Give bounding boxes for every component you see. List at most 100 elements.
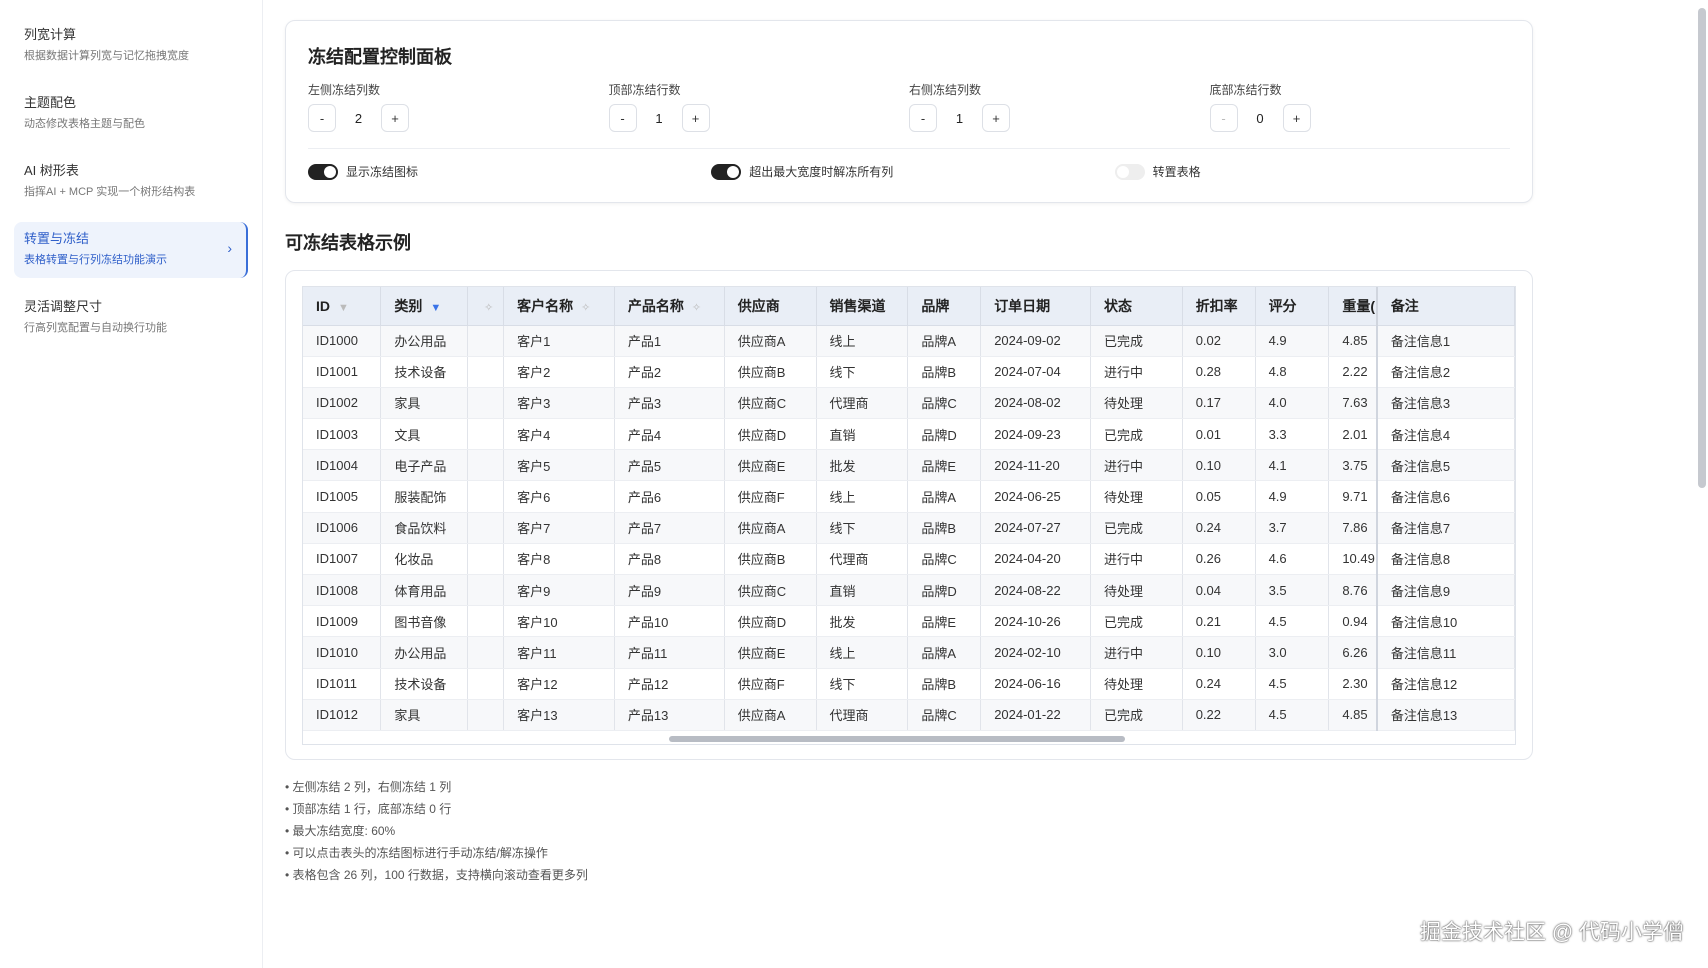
sidebar-item[interactable]: 灵活调整尺寸 行高列宽配置与自动换行功能 [14,290,248,346]
table-cell: 4.0 [1255,387,1330,420]
column-header[interactable]: 销售渠道 [816,287,909,326]
toggle-label: 转置表格 [1152,165,1201,179]
column-title: 品牌 [921,297,950,314]
table-cell: 备注信息10 [1375,605,1515,638]
decrement-button[interactable]: - [1209,104,1238,132]
table-cell: 直销 [816,418,909,451]
table-cell: 供应商E [724,636,817,669]
sidebar-item[interactable]: 主题配色 动态修改表格主题与配色 [14,86,248,142]
table-row[interactable]: ID1011 技术设备 客户12 产品12 供应商F 线下 品牌B 2024-06-16 待处理… [303,668,1515,700]
table-cell [467,699,505,731]
table-cell: 产品7 [614,512,725,544]
toggle-option[interactable]: 显示冻结图标 [308,163,711,180]
column-header[interactable]: 评分 [1255,287,1330,326]
table-cell: 0.94 [1328,605,1378,638]
count-value: 2 [354,110,363,126]
column-header[interactable]: 类别 ▼ [380,287,469,326]
toggle-switch[interactable] [1114,163,1145,180]
toggle-option[interactable]: 转置表格 [1114,163,1510,180]
column-header[interactable]: 供应商 [724,287,817,326]
sidebar-item[interactable]: AI 树形表 指挥AI + MCP 实现一个树形结构表 [14,154,248,210]
table-cell [467,605,505,638]
table-row[interactable]: ID1006 食品饮料 客户7 产品7 供应商A 线下 品牌B 2024-07-27 已完成 0.… [303,512,1515,544]
table-cell: 品牌C [907,387,982,420]
toggle-switch[interactable] [308,163,338,180]
pin-icon[interactable]: ▼ [430,302,441,314]
table-cell: 备注信息11 [1375,636,1515,669]
decrement-button[interactable]: - [308,104,336,132]
table-cell: 10.49 [1328,543,1378,576]
pin-icon[interactable]: ✧ [692,302,701,314]
column-title: 重量( [1342,297,1375,314]
column-header[interactable]: 状态 [1090,287,1183,326]
increment-button[interactable]: + [381,104,409,132]
table-cell: 2024-09-02 [980,325,1091,357]
notes-list: • 左侧冻结 2 列，右侧冻结 1 列 • 顶部冻结 1 行，底部冻结 0 行 • … [285,776,1533,886]
sidebar-item[interactable]: 列宽计算 根据数据计算列宽与记忆拖拽宽度 [14,18,248,74]
table-cell: 客户12 [503,668,615,700]
sidebar-item-title: 列宽计算 [24,27,77,42]
note-item: • 表格包含 26 列，100 行数据，支持横向滚动查看更多列 [285,868,588,882]
horizontal-scrollbar[interactable] [669,736,1125,742]
page-scrollbar[interactable] [1698,8,1706,488]
table-cell: ID1010 [303,636,382,669]
decrement-button[interactable]: - [909,104,937,132]
sidebar-item[interactable]: 转置与冻结 表格转置与行列冻结功能演示 › [14,222,248,278]
column-header[interactable]: 折扣率 [1182,287,1256,326]
table-cell: 2024-06-16 [980,668,1091,700]
note-item: • 可以点击表头的冻结图标进行手动冻结/解冻操作 [285,846,548,860]
pin-icon[interactable]: ✧ [581,302,590,314]
table-cell: 品牌A [907,480,982,513]
table-row[interactable]: ID1009 图书音像 客户10 产品10 供应商D 批发 品牌E 2024-10-26 已完成… [303,605,1515,638]
table-cell: 备注信息12 [1375,668,1515,700]
table-row[interactable]: ID1007 化妆品 客户8 产品8 供应商B 代理商 品牌C 2024-04-20 进行中 0.… [303,543,1515,576]
increment-button[interactable]: + [1282,104,1311,132]
column-header[interactable]: 订单日期 [980,287,1091,326]
table-row[interactable]: ID1012 家具 客户13 产品13 供应商A 代理商 品牌C 2024-01-22 已完成 0… [303,699,1515,731]
column-header[interactable]: 重量( [1328,287,1378,326]
column-header[interactable]: ✧ [467,287,505,326]
table-cell: 文具 [380,418,469,451]
decrement-button[interactable]: - [608,104,637,132]
table-cell: 备注信息7 [1375,512,1515,544]
toggle-option[interactable]: 超出最大宽度时解冻所有列 [711,163,1114,180]
column-header[interactable]: 客户名称 ✧ [503,287,615,326]
table-cell: 供应商E [724,449,817,482]
column-header[interactable]: 品牌 [907,287,982,326]
increment-button[interactable]: + [681,104,710,132]
control-label: 顶部冻结行数 [608,83,681,97]
table-card: ID ▼ 类别 ▼ ✧ 客户名称 ✧ 产品名称 ✧ 供应商 销售渠道 品牌 订单日期 状态 折扣率 评分 重量(… [285,270,1533,760]
table-cell [467,574,505,607]
pin-icon[interactable]: ▼ [338,302,349,314]
table-cell: 0.05 [1182,480,1256,513]
table-cell: 4.5 [1255,699,1330,731]
watermark: 掘金技术社区 @ 代码小学僧 [1420,921,1684,944]
table-cell: 线上 [816,480,909,513]
main-content: 冻结配置控制面板 左侧冻结列数 -2 + 顶部冻结行数 -1 + 右侧冻结列数 -1 + 底部冻结… [285,20,1533,886]
table-row[interactable]: ID1002 家具 客户3 产品3 供应商C 代理商 品牌C 2024-08-02 待处理 0.1… [303,387,1515,420]
table-row[interactable]: ID1008 体育用品 客户9 产品9 供应商C 直销 品牌D 2024-08-22 待处理 0.… [303,574,1515,607]
table-cell: 2024-07-27 [980,512,1091,544]
table-cell: 备注信息3 [1375,387,1515,420]
toggle-switch[interactable] [711,163,742,180]
table-row[interactable]: ID1010 办公用品 客户11 产品11 供应商E 线上 品牌A 2024-02-10 进行中… [303,636,1515,669]
column-header[interactable]: ID ▼ [303,287,382,326]
toggle-label: 显示冻结图标 [346,165,419,179]
freeze-count-control: 右侧冻结列数 - 1 + [909,81,1210,132]
increment-button[interactable]: + [982,104,1010,132]
pin-icon[interactable]: ✧ [484,302,493,314]
table-cell: 已完成 [1090,699,1183,731]
table-cell: 2024-10-26 [980,605,1091,638]
column-header[interactable]: 产品名称 ✧ [614,287,725,326]
table-row[interactable]: ID1004 电子产品 客户5 产品5 供应商E 批发 品牌E 2024-11-20 进行中 0.… [303,449,1515,482]
table-row[interactable]: ID1003 文具 客户4 产品4 供应商D 直销 品牌D 2024-09-23 已完成 0.01… [303,418,1515,451]
table-row[interactable]: ID1001 技术设备 客户2 产品2 供应商B 线下 品牌B 2024-07-04 进行中 0.… [303,356,1515,388]
table-row[interactable]: ID1000 办公用品 客户1 产品1 供应商A 线上 品牌A 2024-09-02 已完成 0.… [303,325,1515,357]
sidebar-item-title: 主题配色 [24,95,77,110]
column-header[interactable]: 备注 [1375,287,1515,326]
table-cell: ID1008 [303,574,382,607]
table-cell: 品牌D [907,418,982,451]
table-cell: 4.6 [1255,543,1330,576]
sidebar-item-title: 转置与冻结 [24,231,90,246]
table-row[interactable]: ID1005 服装配饰 客户6 产品6 供应商F 线上 品牌A 2024-06-25 待处理 0.… [303,480,1515,513]
